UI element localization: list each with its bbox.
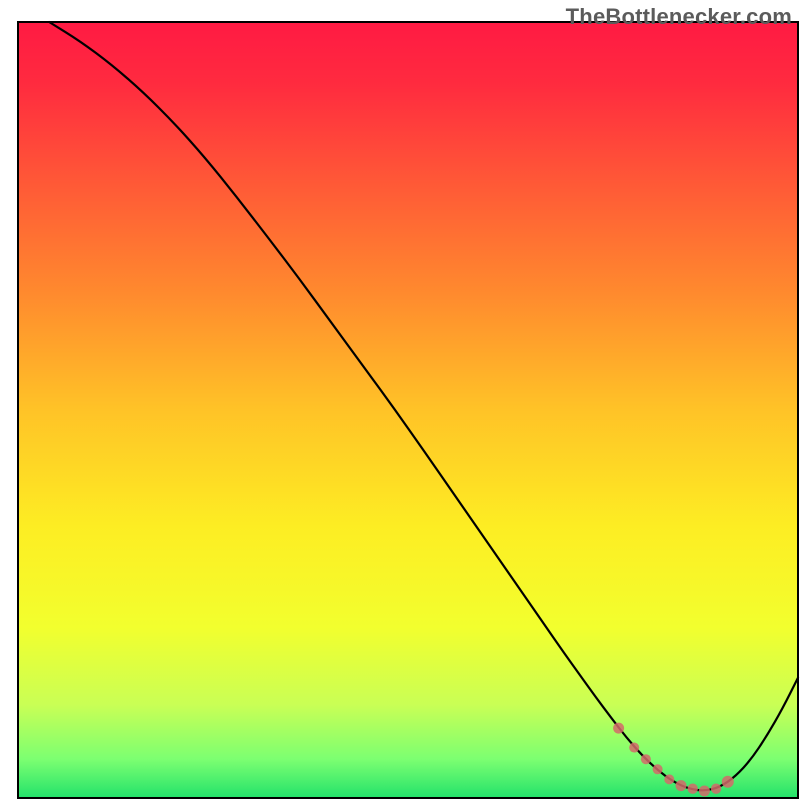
valley-marker [653, 764, 663, 774]
valley-marker [711, 783, 721, 793]
valley-marker [613, 723, 624, 734]
valley-marker [676, 780, 687, 791]
plot-area [18, 22, 798, 798]
valley-marker [641, 754, 651, 764]
valley-marker [722, 776, 734, 788]
valley-marker [664, 774, 674, 784]
gradient-background [18, 22, 798, 798]
bottleneck-chart [0, 0, 800, 800]
chart-container: TheBottlenecker.com [0, 0, 800, 800]
attribution-label: TheBottlenecker.com [566, 4, 792, 30]
valley-marker [688, 783, 698, 793]
valley-marker [629, 743, 639, 753]
valley-marker [699, 786, 710, 797]
